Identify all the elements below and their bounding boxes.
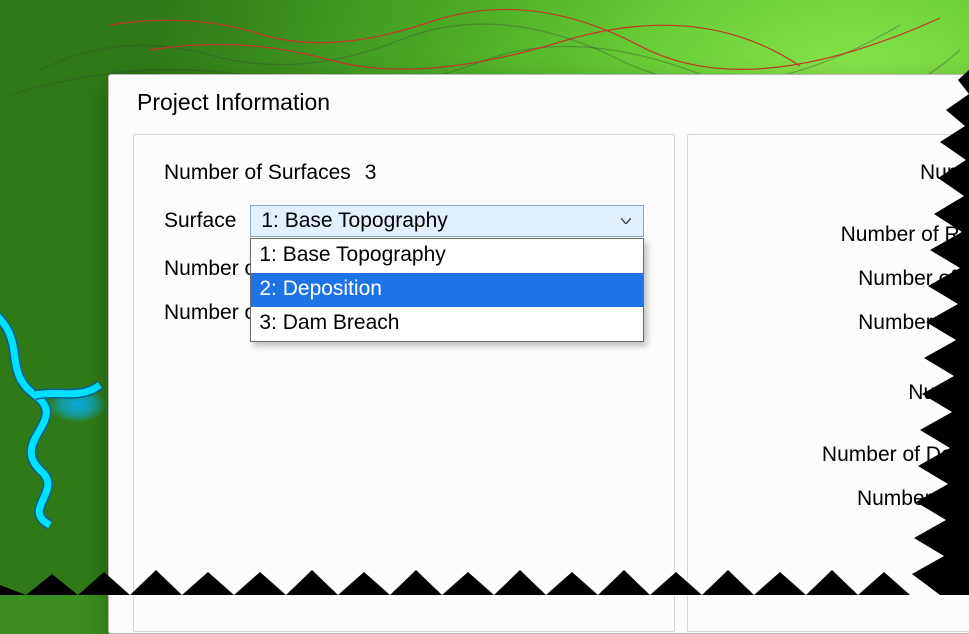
right-info-label: Number of D	[857, 487, 969, 511]
right-panel: Numb Number of Rai Number of V Number of…	[687, 134, 969, 632]
right-info-row: Number of V	[718, 267, 969, 291]
label-number-of-surfaces: Number of Surfaces	[164, 161, 351, 185]
surface-option[interactable]: 3: Dam Breach	[251, 307, 643, 341]
right-info-label: Number of B	[858, 311, 969, 335]
surface-option[interactable]: 1: Base Topography	[251, 239, 643, 273]
right-info-label: Number of V	[858, 267, 969, 291]
right-info-label: Number of Rai	[841, 223, 969, 247]
surface-combobox-wrap: 1: Base Topography 1: Base Topography 2:…	[250, 205, 644, 237]
chevron-down-icon	[619, 214, 633, 228]
row-surface-selector: Surface 1: Base Topography 1: Base Topog…	[164, 205, 644, 237]
right-info-row: Number of D	[718, 487, 969, 511]
right-info-row: Numb	[718, 161, 969, 185]
right-info-row: Numbe	[718, 381, 969, 405]
right-info-label: Number of Depo	[822, 443, 969, 467]
right-info-label: Numb	[920, 161, 969, 185]
row-number-of-surfaces: Number of Surfaces 3	[164, 161, 644, 185]
surface-combobox-selected: 1: Base Topography	[261, 209, 619, 233]
dialog-body: Number of Surfaces 3 Surface 1: Base Top…	[109, 134, 969, 632]
surface-combobox[interactable]: 1: Base Topography	[250, 205, 644, 237]
project-information-dialog: Project Information Number of Surfaces 3…	[108, 74, 969, 634]
surface-dropdown: 1: Base Topography 2: Deposition 3: Dam …	[250, 238, 644, 342]
dialog-title: Project Information	[109, 75, 969, 134]
label-surface: Surface	[164, 209, 236, 233]
right-info-label: Numbe	[908, 381, 969, 405]
value-number-of-surfaces: 3	[365, 161, 377, 185]
surface-option[interactable]: 2: Deposition	[251, 273, 643, 307]
surfaces-panel: Number of Surfaces 3 Surface 1: Base Top…	[133, 134, 675, 632]
right-info-row: Number of Rai	[718, 223, 969, 247]
right-info-row: Number of B	[718, 311, 969, 335]
right-info-row: Number of Depo	[718, 443, 969, 467]
